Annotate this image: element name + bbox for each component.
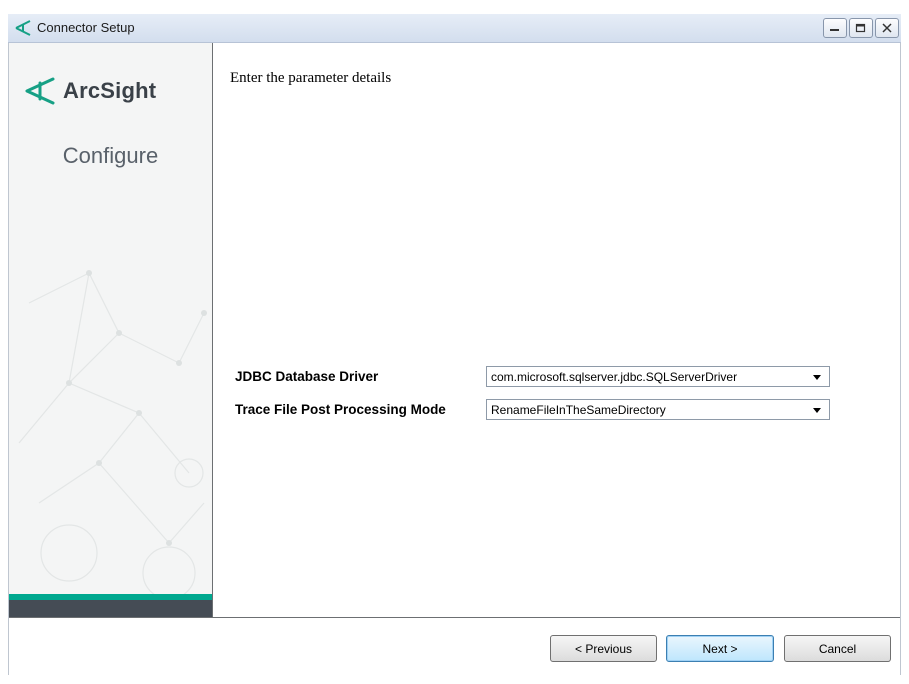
previous-button[interactable]: < Previous <box>550 635 657 662</box>
window-title: Connector Setup <box>37 20 135 35</box>
page-heading: Enter the parameter details <box>230 70 392 86</box>
wizard-step-title: Configure <box>62 143 159 168</box>
title-bar[interactable]: Connector Setup <box>8 14 901 43</box>
trace-mode-value: RenameFileInTheSameDirectory <box>491 403 666 417</box>
sidebar-footer-bar <box>9 600 212 617</box>
brand-name: ArcSight <box>63 78 157 103</box>
maximize-icon <box>855 23 866 33</box>
network-graphic <box>18 270 207 594</box>
close-button[interactable] <box>875 18 899 38</box>
maximize-button[interactable] <box>849 18 873 38</box>
minimize-icon <box>830 29 839 31</box>
connector-setup-window: Connector Setup ArcSight Configure Enter… <box>0 0 909 684</box>
jdbc-driver-label: JDBC Database Driver <box>235 369 379 384</box>
cancel-button[interactable]: Cancel <box>784 635 891 662</box>
minimize-button[interactable] <box>823 18 847 38</box>
chevron-down-icon[interactable] <box>813 408 821 413</box>
wizard-body: ArcSight Configure Enter the parameter d… <box>8 43 901 675</box>
wizard-sidebar: ArcSight Configure <box>9 43 213 617</box>
arcsight-logo-icon <box>25 77 55 105</box>
chevron-down-icon[interactable] <box>813 375 821 380</box>
next-button[interactable]: Next > <box>666 635 774 662</box>
trace-mode-select[interactable]: RenameFileInTheSameDirectory <box>486 399 830 420</box>
trace-mode-label: Trace File Post Processing Mode <box>235 402 446 417</box>
jdbc-driver-value: com.microsoft.sqlserver.jdbc.SQLServerDr… <box>491 370 738 384</box>
arcsight-icon <box>15 20 31 36</box>
wizard-footer: < Previous Next > Cancel <box>9 617 900 675</box>
jdbc-driver-select[interactable]: com.microsoft.sqlserver.jdbc.SQLServerDr… <box>486 366 830 387</box>
arcsight-logo: ArcSight <box>25 76 156 106</box>
close-icon <box>882 23 892 33</box>
